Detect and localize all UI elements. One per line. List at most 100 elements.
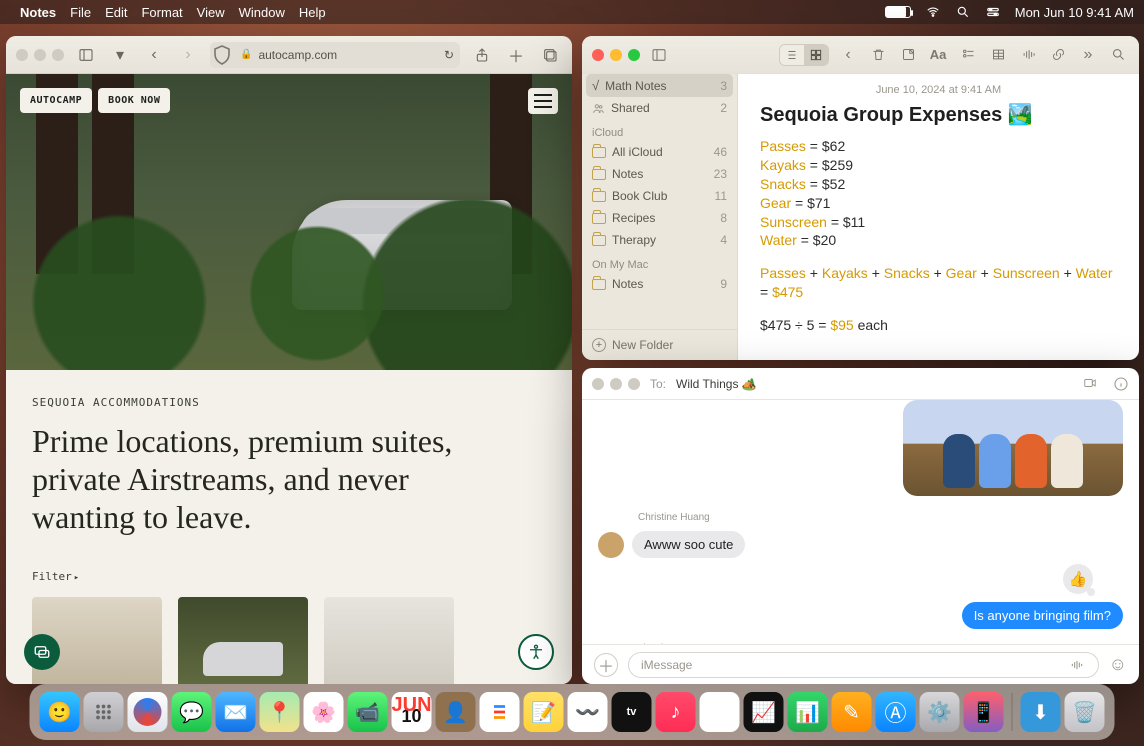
view-mode-segment[interactable] bbox=[779, 44, 829, 66]
tab-overview-icon[interactable] bbox=[538, 43, 562, 67]
dock-app-numbers[interactable]: 📊 bbox=[788, 692, 828, 732]
back-icon[interactable]: ‹ bbox=[837, 44, 859, 66]
dock-app-photos[interactable]: 🌸 bbox=[304, 692, 344, 732]
filter-toggle[interactable]: Filter bbox=[32, 570, 546, 583]
message-input[interactable]: iMessage bbox=[628, 652, 1099, 678]
menu-window[interactable]: Window bbox=[239, 5, 285, 20]
menu-file[interactable]: File bbox=[70, 5, 91, 20]
sidebar-item-label: Book Club bbox=[612, 189, 667, 203]
traffic-minimize[interactable] bbox=[34, 49, 46, 61]
avatar-christine[interactable] bbox=[598, 532, 624, 558]
sidebar-toggle-icon[interactable] bbox=[74, 43, 98, 67]
forward-icon[interactable]: › bbox=[176, 43, 200, 67]
format-icon[interactable]: Aa bbox=[927, 44, 949, 66]
menu-help[interactable]: Help bbox=[299, 5, 326, 20]
menu-bar-clock[interactable]: Mon Jun 10 9:41 AM bbox=[1015, 5, 1134, 20]
back-icon[interactable]: ‹ bbox=[142, 43, 166, 67]
sidebar-item-book-club[interactable]: Book Club11 bbox=[582, 185, 737, 207]
dock-app-contacts[interactable]: 👤 bbox=[436, 692, 476, 732]
info-icon[interactable] bbox=[1113, 376, 1129, 392]
address-bar[interactable]: 🔒 autocamp.com ↻ bbox=[210, 42, 460, 68]
dock-app-iphone-mirroring[interactable]: 📱 bbox=[964, 692, 1004, 732]
reload-icon[interactable]: ↻ bbox=[444, 48, 454, 62]
dock-app-music[interactable]: ♪ bbox=[656, 692, 696, 732]
attach-plus-icon[interactable]: ＋ bbox=[594, 653, 618, 677]
new-note-icon[interactable] bbox=[897, 44, 919, 66]
accessibility-fab-icon[interactable] bbox=[518, 634, 554, 670]
dock-app-launchpad[interactable] bbox=[84, 692, 124, 732]
conversation-area[interactable]: Christine Huang Awww soo cute 👍 Is anyon… bbox=[582, 400, 1139, 644]
menu-edit[interactable]: Edit bbox=[105, 5, 127, 20]
message-bubble-1[interactable]: Awww soo cute bbox=[632, 531, 745, 558]
dock-app-maps[interactable]: 📍 bbox=[260, 692, 300, 732]
traffic-close[interactable] bbox=[592, 378, 604, 390]
accommodation-thumb-2[interactable] bbox=[178, 597, 308, 684]
battery-status-icon[interactable] bbox=[885, 6, 911, 18]
more-icon[interactable]: » bbox=[1077, 44, 1099, 66]
dock-app-facetime[interactable]: 📹 bbox=[348, 692, 388, 732]
tapback-thumbs-up[interactable]: 👍 bbox=[1063, 564, 1093, 594]
sidebar-item-shared[interactable]: Shared 2 bbox=[582, 97, 737, 119]
checklist-icon[interactable] bbox=[957, 44, 979, 66]
chevron-down-icon[interactable]: ▾ bbox=[108, 43, 132, 67]
dock-app-settings[interactable]: ⚙️ bbox=[920, 692, 960, 732]
book-now-button[interactable]: BOOK NOW bbox=[98, 88, 170, 113]
conversation-name[interactable]: Wild Things 🏕️ bbox=[676, 377, 757, 391]
audio-icon[interactable] bbox=[1017, 44, 1039, 66]
dock-app-messages[interactable]: 💬 bbox=[172, 692, 212, 732]
traffic-zoom[interactable] bbox=[628, 378, 640, 390]
dock-app-finder[interactable]: 🙂 bbox=[40, 692, 80, 732]
sidebar-item-recipes[interactable]: Recipes8 bbox=[582, 207, 737, 229]
sidebar-item-math-notes[interactable]: √Math Notes 3 bbox=[586, 74, 733, 97]
dock-app-notes[interactable]: 📝 bbox=[524, 692, 564, 732]
dock-app-mail[interactable]: ✉️ bbox=[216, 692, 256, 732]
menu-view[interactable]: View bbox=[197, 5, 225, 20]
message-bubble-mine[interactable]: Is anyone bringing film? bbox=[962, 602, 1123, 629]
sidebar-item-therapy[interactable]: Therapy4 bbox=[582, 229, 737, 251]
accommodation-thumb-3[interactable] bbox=[324, 597, 454, 684]
share-icon[interactable] bbox=[470, 43, 494, 67]
delete-icon[interactable] bbox=[867, 44, 889, 66]
dock-trash[interactable]: 🗑️ bbox=[1065, 692, 1105, 732]
dock-app-freeform[interactable]: 〰️ bbox=[568, 692, 608, 732]
table-icon[interactable] bbox=[987, 44, 1009, 66]
waveform-icon[interactable] bbox=[1068, 658, 1086, 672]
brand-chip[interactable]: AUTOCAMP bbox=[20, 88, 92, 113]
control-center-icon[interactable] bbox=[985, 5, 1001, 19]
wifi-icon[interactable] bbox=[925, 5, 941, 19]
traffic-minimize[interactable] bbox=[610, 378, 622, 390]
menu-app-name[interactable]: Notes bbox=[20, 5, 56, 20]
grid-view-icon[interactable] bbox=[804, 45, 828, 65]
menu-format[interactable]: Format bbox=[141, 5, 182, 20]
search-icon[interactable] bbox=[1107, 44, 1129, 66]
note-editor[interactable]: June 10, 2024 at 9:41 AM Sequoia Group E… bbox=[738, 74, 1139, 360]
dock-app-reminders[interactable] bbox=[480, 692, 520, 732]
dock-downloads[interactable]: ⬇︎ bbox=[1021, 692, 1061, 732]
new-folder-button[interactable]: +New Folder bbox=[582, 329, 737, 360]
traffic-minimize[interactable] bbox=[610, 49, 622, 61]
traffic-close[interactable] bbox=[592, 49, 604, 61]
dock-app-appstore[interactable]: Ⓐ bbox=[876, 692, 916, 732]
spotlight-search-icon[interactable] bbox=[955, 5, 971, 19]
facetime-video-icon[interactable] bbox=[1081, 376, 1099, 390]
chat-fab-icon[interactable] bbox=[24, 634, 60, 670]
new-tab-icon[interactable]: ＋ bbox=[504, 43, 528, 67]
traffic-close[interactable] bbox=[16, 49, 28, 61]
sidebar-item-notes[interactable]: Notes23 bbox=[582, 163, 737, 185]
link-icon[interactable] bbox=[1047, 44, 1069, 66]
traffic-zoom[interactable] bbox=[52, 49, 64, 61]
dock-app-stocks[interactable]: 📈 bbox=[744, 692, 784, 732]
traffic-zoom[interactable] bbox=[628, 49, 640, 61]
dock-app-calendar[interactable]: 10 bbox=[392, 692, 432, 732]
dock-app-news[interactable]: N bbox=[700, 692, 740, 732]
emoji-picker-icon[interactable]: ☺ bbox=[1109, 654, 1127, 675]
dock-app-tv[interactable]: tv bbox=[612, 692, 652, 732]
dock-app-pages[interactable]: ✎ bbox=[832, 692, 872, 732]
sidebar-item-local-notes[interactable]: Notes9 bbox=[582, 273, 737, 295]
shared-photo[interactable] bbox=[903, 400, 1123, 496]
hamburger-menu-icon[interactable] bbox=[528, 88, 558, 114]
sidebar-toggle-icon[interactable] bbox=[648, 44, 670, 66]
list-view-icon[interactable] bbox=[780, 45, 804, 65]
dock-app-safari[interactable] bbox=[128, 692, 168, 732]
sidebar-item-all-icloud[interactable]: All iCloud46 bbox=[582, 141, 737, 163]
